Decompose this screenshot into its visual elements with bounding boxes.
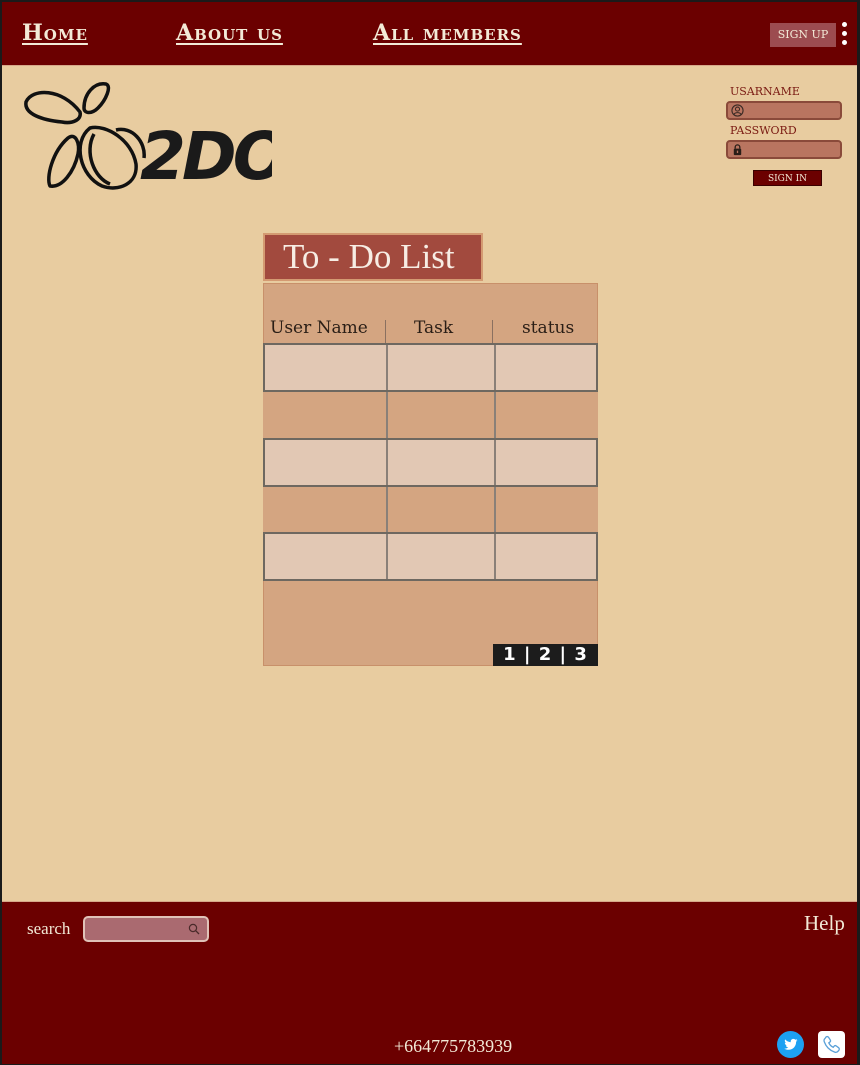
table-cell bbox=[494, 345, 596, 390]
twitter-icon[interactable] bbox=[777, 1031, 804, 1058]
nav-members-link[interactable]: All members bbox=[373, 20, 522, 46]
nav-about-link[interactable]: About us bbox=[176, 20, 283, 46]
table-cell bbox=[386, 392, 494, 438]
footer: search Help +664775783939 bbox=[2, 901, 857, 1064]
username-label: USARNAME bbox=[730, 85, 800, 98]
todo-title: To - Do List bbox=[263, 233, 483, 281]
header-divider bbox=[492, 320, 493, 344]
search-input[interactable] bbox=[91, 920, 183, 938]
user-icon bbox=[731, 104, 744, 117]
username-field[interactable] bbox=[726, 101, 842, 120]
phone-number: +664775783939 bbox=[394, 1036, 513, 1056]
page-separator: | bbox=[552, 644, 575, 665]
pagination: 1 | 2 | 3 bbox=[493, 644, 598, 666]
column-header-status: status bbox=[522, 318, 575, 338]
search-icon[interactable] bbox=[188, 923, 200, 935]
column-header-username: User Name bbox=[270, 318, 368, 338]
table-cell bbox=[494, 487, 598, 532]
table-row[interactable] bbox=[263, 343, 598, 392]
sign-in-button[interactable]: SIGN IN bbox=[753, 170, 822, 186]
search-label: search bbox=[27, 919, 71, 938]
table-cell bbox=[386, 534, 494, 579]
table-row[interactable] bbox=[263, 532, 598, 581]
bee-logo-icon: 2DO bbox=[24, 82, 291, 195]
table-cell bbox=[386, 440, 494, 485]
top-nav-bar: Home About us All members SIGN UP bbox=[2, 2, 857, 66]
password-label: PASSWORD bbox=[730, 124, 797, 137]
password-input[interactable] bbox=[746, 142, 838, 157]
header-divider bbox=[385, 320, 386, 344]
page-3-link[interactable]: 3 bbox=[574, 644, 588, 665]
nav-home-link[interactable]: Home bbox=[22, 20, 88, 46]
username-input[interactable] bbox=[746, 103, 838, 118]
password-field[interactable] bbox=[726, 140, 842, 159]
table-cell bbox=[494, 534, 596, 579]
logo: 2DO bbox=[22, 82, 291, 197]
column-header-task: Task bbox=[414, 318, 454, 338]
kebab-menu-icon[interactable] bbox=[840, 22, 848, 48]
table-row[interactable] bbox=[263, 392, 598, 438]
lock-icon bbox=[733, 144, 742, 156]
page-separator: | bbox=[516, 644, 539, 665]
page-1-link[interactable]: 1 bbox=[503, 644, 517, 665]
page-2-link[interactable]: 2 bbox=[539, 644, 553, 665]
table-row[interactable] bbox=[263, 487, 598, 532]
search-field[interactable] bbox=[83, 916, 209, 942]
table-cell bbox=[494, 392, 598, 438]
phone-icon[interactable] bbox=[818, 1031, 845, 1058]
page: Home About us All members SIGN UP 2DO US… bbox=[2, 2, 857, 1064]
table-cell bbox=[494, 440, 596, 485]
sign-up-button[interactable]: SIGN UP bbox=[770, 23, 836, 47]
table-cell bbox=[386, 487, 494, 532]
logo-text: 2DO bbox=[140, 118, 272, 195]
table-cell bbox=[386, 345, 494, 390]
table-row[interactable] bbox=[263, 438, 598, 487]
help-link[interactable]: Help bbox=[804, 911, 845, 936]
